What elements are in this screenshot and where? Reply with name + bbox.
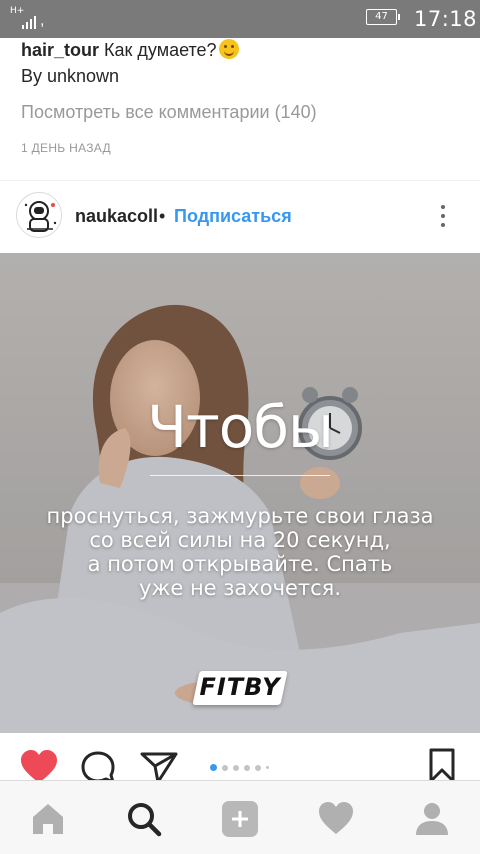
post-header: naukacoll • Подписаться [0,180,480,252]
image-caption-line: проснуться, зажмурьте свои глаза [46,504,434,528]
more-vertical-icon[interactable] [433,203,453,231]
carousel-dot [255,764,261,771]
view-all-comments-link[interactable]: Посмотреть все комментарии (140) [21,102,317,123]
bottom-navigation [0,780,480,854]
status-time: 17:18 [414,7,478,31]
post-action-bar [0,734,480,784]
signal-bars-icon [22,16,36,29]
battery-level: 47 [375,11,388,22]
astronaut-avatar-icon [17,193,61,237]
nav-add[interactable] [220,799,260,839]
home-icon [33,804,63,834]
comment-text: Как думаете? [104,40,217,60]
post-photo-background [0,253,480,733]
image-divider [150,475,330,476]
add-icon [222,801,258,837]
brand-logo: FITBY [199,673,281,701]
battery-icon: 47 [366,9,400,25]
avatar[interactable] [16,192,62,238]
image-title: Чтобы [147,393,334,461]
signal-separator: , [40,12,45,29]
carousel-dot-active [210,764,217,771]
network-type: H+ [10,6,25,16]
image-caption: проснуться, зажмурьте свои глаза со всей… [40,504,440,600]
comment-line: hair_tour Как думаете? [21,39,239,61]
image-caption-line: со всей силы на 20 секунд, [89,528,391,552]
comment-icon[interactable] [80,750,116,784]
activity-icon [319,802,353,834]
post-image[interactable]: Чтобы проснуться, зажмурьте свои глаза с… [0,253,480,733]
status-bar: H+ , 47 17:18 [0,0,480,38]
carousel-dot [244,764,250,771]
follow-button[interactable]: Подписаться [174,206,292,227]
heart-icon[interactable] [20,750,58,784]
profile-icon [416,803,448,835]
carousel-dot [266,766,269,769]
nav-search[interactable] [124,799,164,839]
comment-username[interactable]: hair_tour [21,40,99,60]
paper-plane-icon[interactable] [140,750,178,784]
image-caption-line: а потом открывайте. Спать [87,552,393,576]
nav-activity[interactable] [316,799,356,839]
bookmark-icon[interactable] [428,748,456,784]
search-icon [128,803,162,837]
comment-byline: By unknown [21,66,120,86]
carousel-indicator [210,764,269,771]
carousel-dot [233,764,239,771]
separator-dot: • [159,206,166,226]
post-username[interactable]: naukacoll [75,206,158,227]
nav-home[interactable] [28,799,68,839]
nav-profile[interactable] [412,799,452,839]
post-timestamp: 1 ДЕНЬ НАЗАД [21,141,111,155]
carousel-dot [222,764,228,771]
wink-emoji-icon [218,39,239,59]
signal-indicator: H+ , [10,6,45,29]
image-caption-line: уже не захочется. [139,576,341,600]
